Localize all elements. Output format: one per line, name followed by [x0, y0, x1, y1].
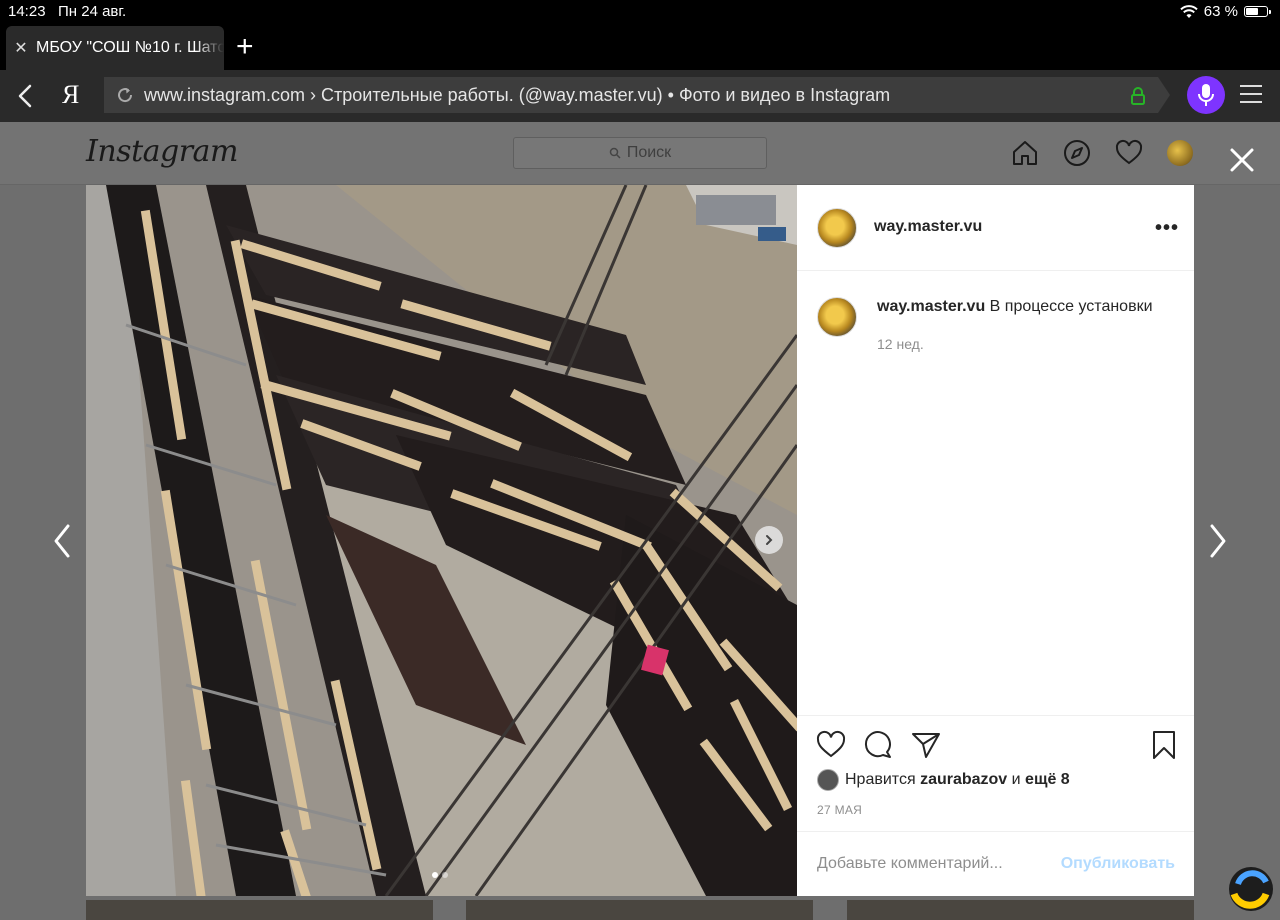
likes-prefix: Нравится — [845, 771, 916, 788]
profile-avatar[interactable] — [1167, 140, 1193, 166]
carousel-next-button[interactable] — [755, 526, 783, 554]
likes-summary: Нравится zaurabazov и ещё 8 — [817, 769, 1070, 791]
like-heart-icon[interactable] — [816, 730, 846, 760]
carousel-dot — [442, 872, 448, 878]
carousel-dot — [432, 872, 438, 878]
address-bar[interactable]: www.instagram.com › Строительные работы.… — [104, 77, 1170, 113]
browser-toolbar: Я www.instagram.com › Строительные работ… — [0, 70, 1280, 122]
post-panel: way.master.vu ••• way.master.vu В процес… — [797, 185, 1194, 896]
post-actions: Нравится zaurabazov и ещё 8 27 МАЯ — [797, 715, 1194, 832]
search-placeholder: Поиск — [626, 144, 672, 161]
home-icon[interactable] — [1011, 139, 1039, 167]
author-username[interactable]: way.master.vu — [874, 218, 982, 236]
caption-username[interactable]: way.master.vu — [877, 298, 985, 315]
comment-icon[interactable] — [863, 730, 893, 760]
search-icon — [609, 147, 621, 159]
status-bar: 14:23 Пн 24 авг. 63 % — [0, 0, 1280, 24]
grid-thumbnail[interactable] — [466, 900, 813, 920]
publish-button[interactable]: Опубликовать — [1061, 855, 1175, 873]
comment-form: Добавьте комментарий... Опубликовать — [797, 831, 1194, 897]
previous-post-icon[interactable] — [50, 522, 74, 560]
share-icon[interactable] — [911, 730, 941, 760]
next-post-icon[interactable] — [1206, 522, 1230, 560]
grid-thumbnail[interactable] — [847, 900, 1194, 920]
battery-icon — [1244, 6, 1271, 17]
status-time: 14:23 — [8, 3, 46, 20]
wifi-icon — [1180, 4, 1198, 18]
browser-tab[interactable]: ✕ МБОУ "СОШ №10 г. Шатоя" — [6, 26, 224, 70]
likes-more-link[interactable]: ещё 8 — [1025, 771, 1070, 789]
likes-and: и — [1011, 771, 1021, 788]
instagram-header: Instagram Поиск — [0, 122, 1280, 185]
chevron-right-icon — [766, 535, 773, 545]
tab-strip: ✕ МБОУ "СОШ №10 г. Шатоя" + — [0, 24, 1280, 70]
caption-time[interactable]: 12 нед. — [877, 336, 924, 352]
lock-icon — [1131, 87, 1145, 105]
address-text: www.instagram.com › Строительные работы.… — [144, 84, 891, 105]
tab-title: МБОУ "СОШ №10 г. Шатоя" — [36, 39, 224, 56]
yandex-button[interactable]: Я — [62, 80, 79, 110]
voice-search-button[interactable] — [1187, 76, 1225, 114]
liker-username[interactable]: zaurabazov — [920, 771, 1007, 789]
reload-icon[interactable] — [110, 86, 140, 104]
bookmark-icon[interactable] — [1149, 730, 1179, 760]
yandex-assistant-icon[interactable] — [1226, 864, 1276, 914]
post-caption: way.master.vu В процессе установки — [877, 298, 1153, 316]
post-photo[interactable] — [86, 185, 797, 896]
close-tab-icon[interactable]: ✕ — [6, 38, 36, 58]
instagram-logo[interactable]: Instagram — [86, 134, 238, 169]
post-header: way.master.vu ••• — [797, 185, 1194, 271]
battery-percent: 63 % — [1203, 3, 1238, 20]
author-avatar[interactable] — [817, 208, 857, 248]
post-date[interactable]: 27 МАЯ — [817, 803, 862, 817]
close-modal-icon[interactable] — [1228, 146, 1256, 174]
comment-input[interactable]: Добавьте комментарий... — [817, 855, 1003, 873]
search-input[interactable]: Поиск — [513, 137, 767, 169]
status-date: Пн 24 авг. — [58, 3, 127, 20]
liker-avatar[interactable] — [817, 769, 839, 791]
back-icon[interactable] — [12, 82, 40, 110]
more-options-icon[interactable]: ••• — [1155, 217, 1179, 240]
explore-icon[interactable] — [1063, 139, 1091, 167]
carousel-indicator — [432, 872, 448, 878]
caption-text: В процессе установки — [989, 298, 1153, 315]
new-tab-icon[interactable]: + — [236, 32, 254, 62]
menu-icon[interactable] — [1240, 85, 1262, 109]
caption-avatar[interactable] — [817, 297, 857, 337]
grid-thumbnail[interactable] — [86, 900, 433, 920]
activity-heart-icon[interactable] — [1115, 139, 1143, 167]
microphone-icon — [1198, 84, 1214, 106]
